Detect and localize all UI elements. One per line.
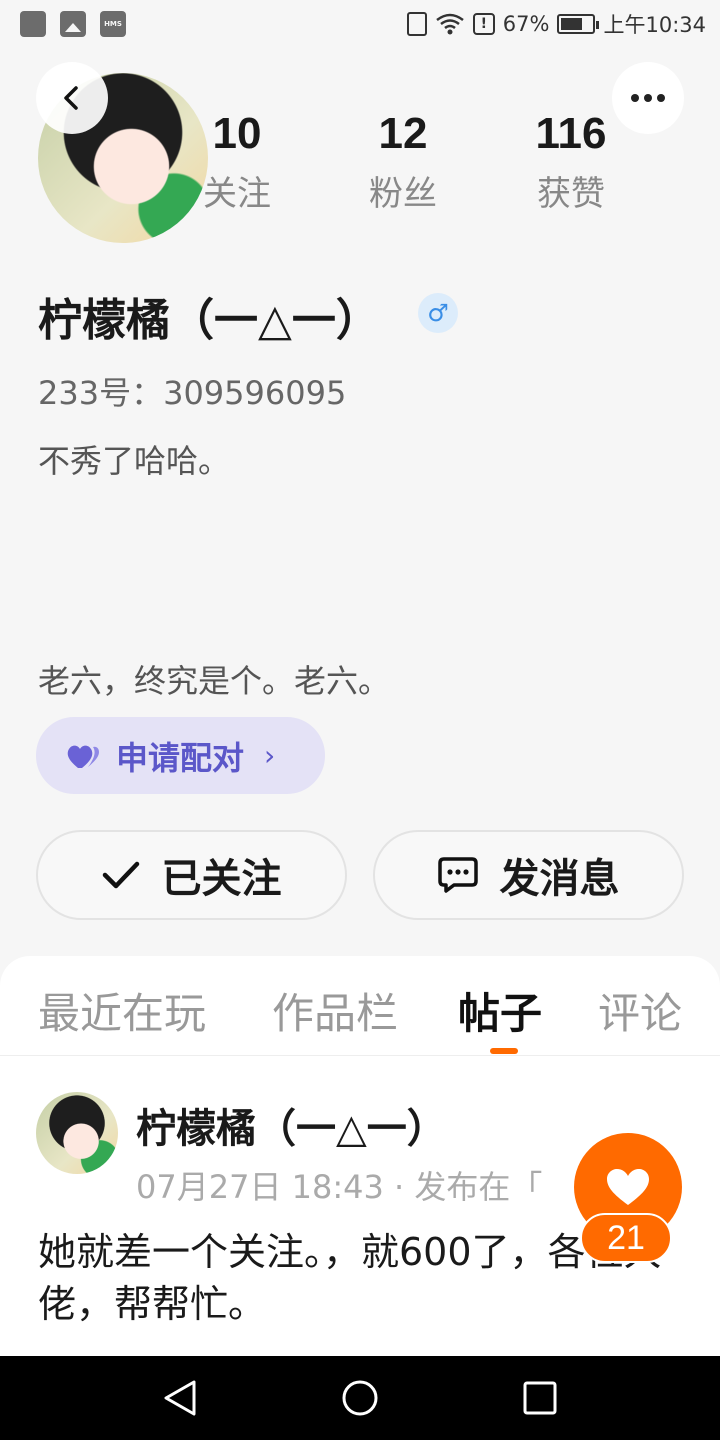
back-button[interactable] <box>36 62 108 134</box>
tab-comments[interactable]: 评论 <box>598 980 682 1041</box>
profile-uid: 233号：309596095 <box>38 374 347 412</box>
square-recents-icon <box>523 1381 557 1415</box>
active-tab-indicator <box>490 1048 518 1054</box>
triangle-back-icon <box>164 1380 196 1416</box>
stat-label: 粉丝 <box>369 174 437 214</box>
male-gender-icon: ♂ <box>418 293 458 333</box>
alert-icon: ! <box>472 13 495 35</box>
chevron-right-icon: › <box>264 739 276 772</box>
stat-followers[interactable]: 12 粉丝 <box>328 108 478 215</box>
status-system-icons: ! 67% 上午10:34 <box>406 9 706 39</box>
system-nav-bar <box>0 1356 720 1440</box>
chevron-left-icon <box>64 86 78 110</box>
profile-tabs: 最近在玩 作品栏 帖子 评论 <box>0 956 720 1056</box>
tab-works[interactable]: 作品栏 <box>272 980 398 1041</box>
tab-recently-played[interactable]: 最近在玩 <box>38 980 206 1041</box>
post-meta: 07月27日 18:43 · 发布在「 <box>136 1168 543 1206</box>
battery-percent: 67% <box>502 12 550 36</box>
status-notification-icons: HMS <box>20 11 126 37</box>
post-author-name[interactable]: 柠檬橘（一△一） <box>136 1096 447 1154</box>
nav-back-button[interactable] <box>158 1376 202 1420</box>
post-author-avatar[interactable] <box>36 1092 118 1174</box>
nav-home-button[interactable] <box>338 1376 382 1420</box>
wifi-icon <box>436 13 464 35</box>
profile-bio: 不秀了哈哈。 <box>38 442 231 480</box>
message-bubble-icon <box>437 857 478 893</box>
profile-motto: 老六，终究是个。老六。 <box>38 662 391 700</box>
followed-button[interactable]: 已关注 <box>36 830 347 920</box>
more-dots-icon <box>631 94 639 102</box>
battery-icon <box>557 14 600 34</box>
app-notification-icon <box>20 11 46 37</box>
nav-recents-button[interactable] <box>518 1376 562 1420</box>
stat-value: 12 <box>378 109 428 158</box>
more-dot <box>657 94 665 102</box>
stat-label: 获赞 <box>537 174 605 214</box>
clock: 上午10:34 <box>603 13 706 37</box>
circle-home-icon <box>342 1380 378 1416</box>
stat-value: 116 <box>535 109 607 158</box>
stat-likes[interactable]: 116 获赞 <box>496 108 646 215</box>
heart-icon <box>607 1169 649 1205</box>
check-icon <box>102 861 139 889</box>
apply-pair-label: 申请配对 <box>116 738 245 777</box>
tab-posts[interactable]: 帖子 <box>458 980 542 1041</box>
apply-pair-button[interactable]: 申请配对 › <box>36 717 325 794</box>
send-message-button[interactable]: 发消息 <box>373 830 684 920</box>
status-bar: HMS ! 67% 上午10:34 <box>0 0 720 48</box>
double-heart-icon <box>67 745 99 768</box>
more-dot <box>644 94 652 102</box>
stat-value: 10 <box>212 109 262 158</box>
like-count-badge: 21 <box>580 1213 672 1263</box>
stat-label: 关注 <box>203 174 271 214</box>
gallery-notification-icon <box>60 11 86 37</box>
profile-nickname: 柠檬橘（一△一） <box>38 295 380 346</box>
stat-following[interactable]: 10 关注 <box>162 108 312 215</box>
hms-notification-icon: HMS <box>100 11 126 37</box>
send-message-label: 发消息 <box>499 856 620 902</box>
vibrate-icon <box>406 12 427 36</box>
followed-label: 已关注 <box>161 856 282 902</box>
